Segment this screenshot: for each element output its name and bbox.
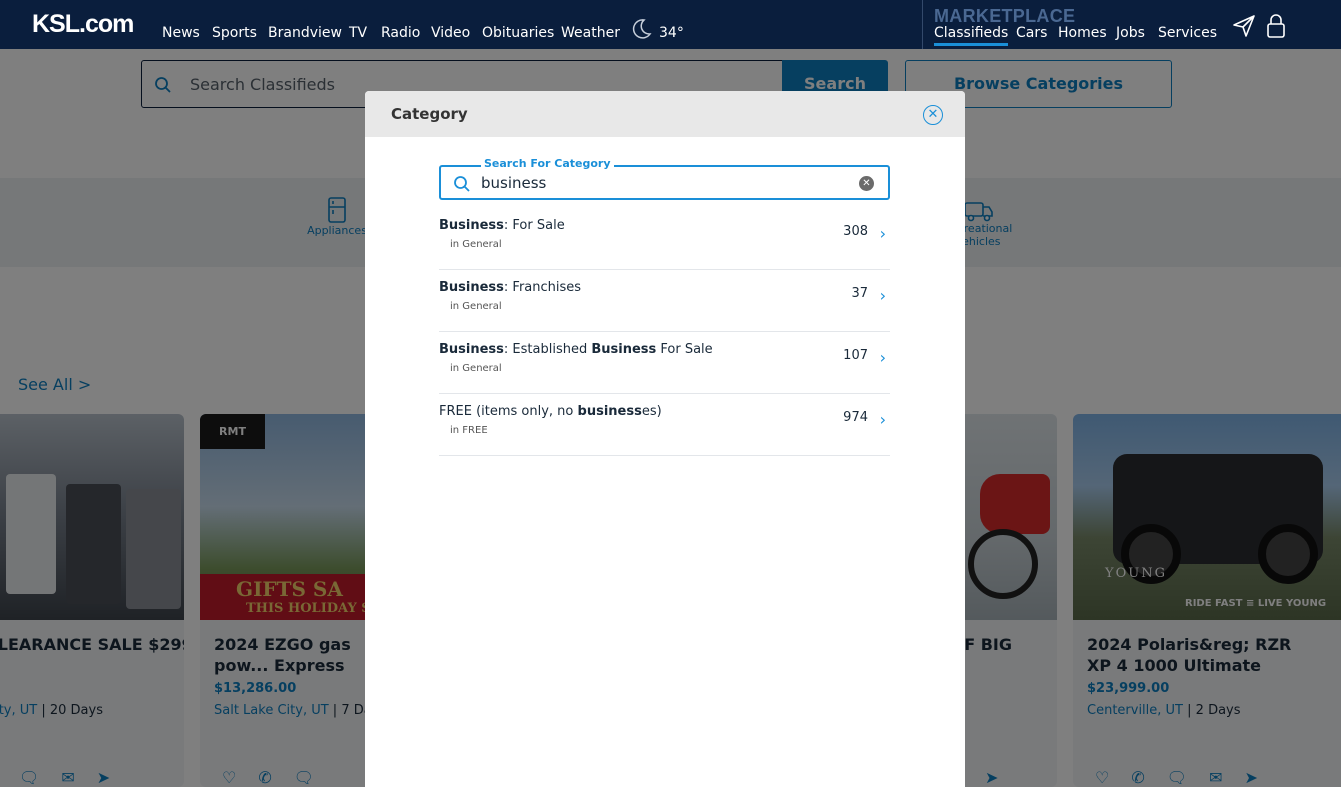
nav-divider xyxy=(922,0,923,49)
nav-classifieds[interactable]: Classifieds xyxy=(934,25,1009,46)
nav-video[interactable]: Video xyxy=(431,25,470,41)
category-result-name: Business: Franchises xyxy=(439,280,581,295)
result-name-part: : Franchises xyxy=(503,280,582,295)
nav-cars[interactable]: Cars xyxy=(1016,25,1047,41)
moon-icon xyxy=(632,19,652,39)
close-icon[interactable]: ✕ xyxy=(923,105,943,125)
result-name-part: Business xyxy=(439,218,504,233)
category-result-parent: in General xyxy=(450,363,502,374)
nav-services[interactable]: Services xyxy=(1158,25,1217,41)
category-result-parent: in General xyxy=(450,301,502,312)
result-name-part: FREE (items only, no xyxy=(439,404,578,419)
category-result-row[interactable]: Business: For Sale in General 308 › xyxy=(439,208,890,270)
nav-tv[interactable]: TV xyxy=(349,25,367,41)
chevron-right-icon: › xyxy=(879,286,886,305)
nav-news[interactable]: News xyxy=(162,25,200,41)
modal-header: Category ✕ xyxy=(365,91,965,137)
category-result-name: FREE (items only, no businesses) xyxy=(439,404,662,419)
nav-sports[interactable]: Sports xyxy=(212,25,257,41)
category-result-count: 107 xyxy=(843,348,868,363)
nav-weather[interactable]: Weather xyxy=(561,25,620,41)
send-icon[interactable] xyxy=(1232,14,1256,38)
modal-title: Category xyxy=(391,105,468,123)
result-name-part: es) xyxy=(641,404,662,419)
category-search-field[interactable]: Search For Category ✕ xyxy=(439,158,890,200)
chevron-right-icon: › xyxy=(879,348,886,367)
top-navigation: KSL.com News Sports Brandview TV Radio V… xyxy=(0,0,1341,49)
result-name-part: business xyxy=(577,404,642,419)
category-result-parent: in FREE xyxy=(450,425,488,436)
nav-obituaries[interactable]: Obituaries xyxy=(482,25,554,41)
result-name-part: Business xyxy=(439,280,504,295)
category-result-count: 37 xyxy=(851,286,868,301)
account-icon[interactable] xyxy=(1266,13,1286,39)
category-result-name: Business: Established Business For Sale xyxy=(439,342,713,357)
result-name-part: : Established xyxy=(503,342,592,357)
category-result-row[interactable]: FREE (items only, no businesses) in FREE 9… xyxy=(439,394,890,456)
search-icon xyxy=(454,176,470,192)
search-legend: Search For Category xyxy=(481,158,614,170)
category-result-parent: in General xyxy=(450,239,502,250)
nav-radio[interactable]: Radio xyxy=(381,25,420,41)
category-search-input[interactable] xyxy=(481,173,841,193)
result-name-part: : For Sale xyxy=(503,218,565,233)
marketplace-title: MARKETPLACE xyxy=(934,6,1076,26)
ksl-logo[interactable]: KSL.com xyxy=(32,10,134,39)
category-result-name: Business: For Sale xyxy=(439,218,565,233)
result-name-part: Business xyxy=(439,342,504,357)
category-result-count: 308 xyxy=(843,224,868,239)
chevron-right-icon: › xyxy=(879,410,886,429)
nav-jobs[interactable]: Jobs xyxy=(1116,25,1145,41)
category-result-row[interactable]: Business: Franchises in General 37 › xyxy=(439,270,890,332)
nav-brandview[interactable]: Brandview xyxy=(268,25,342,41)
result-name-part: Business xyxy=(591,342,657,357)
chevron-right-icon: › xyxy=(879,224,886,243)
weather-temperature[interactable]: 34° xyxy=(659,25,684,41)
result-name-part: For Sale xyxy=(656,342,713,357)
category-result-count: 974 xyxy=(843,410,868,425)
clear-search-icon[interactable]: ✕ xyxy=(859,176,874,191)
category-result-row[interactable]: Business: Established Business For Sale i… xyxy=(439,332,890,394)
nav-homes[interactable]: Homes xyxy=(1058,25,1107,41)
category-modal: Category ✕ Search For Category ✕ Busines… xyxy=(365,91,965,787)
